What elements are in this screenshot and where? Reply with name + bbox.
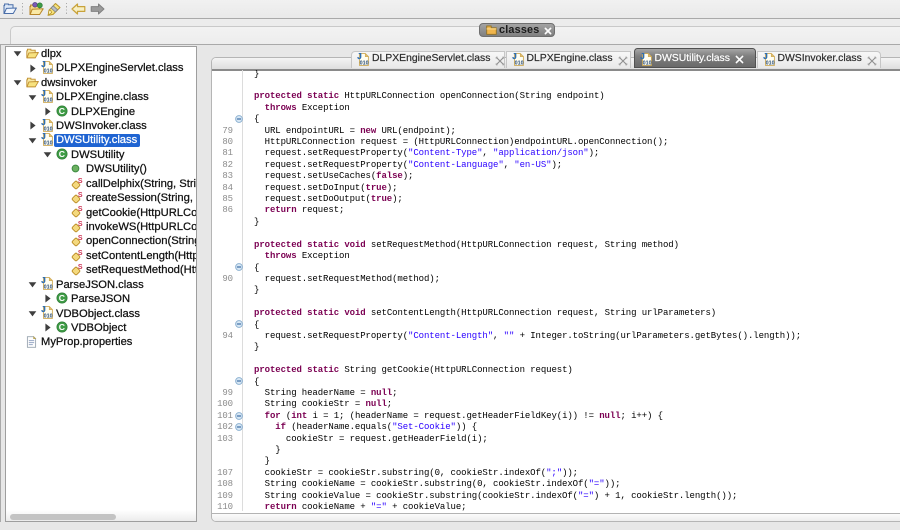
svg-text:C: C [58,293,64,303]
svg-text:C: C [58,322,64,332]
svg-text:S: S [77,250,82,257]
svg-text:S: S [77,192,82,199]
svg-text:S: S [77,264,82,271]
svg-text:010: 010 [514,60,523,66]
svg-text:010: 010 [43,285,52,291]
svg-text:S: S [77,178,82,185]
svg-text:010: 010 [642,60,651,66]
svg-text:010: 010 [43,126,52,132]
svg-text:010: 010 [360,60,369,66]
svg-text:S: S [77,206,82,213]
svg-text:C: C [58,106,64,116]
svg-text:010: 010 [43,141,52,147]
svg-text:010: 010 [43,97,52,103]
svg-text:010: 010 [43,68,52,74]
svg-text:010: 010 [765,60,774,66]
svg-text:010: 010 [43,314,52,320]
svg-text:C: C [58,149,64,159]
svg-text:S: S [77,221,82,228]
svg-text:S: S [77,235,82,242]
